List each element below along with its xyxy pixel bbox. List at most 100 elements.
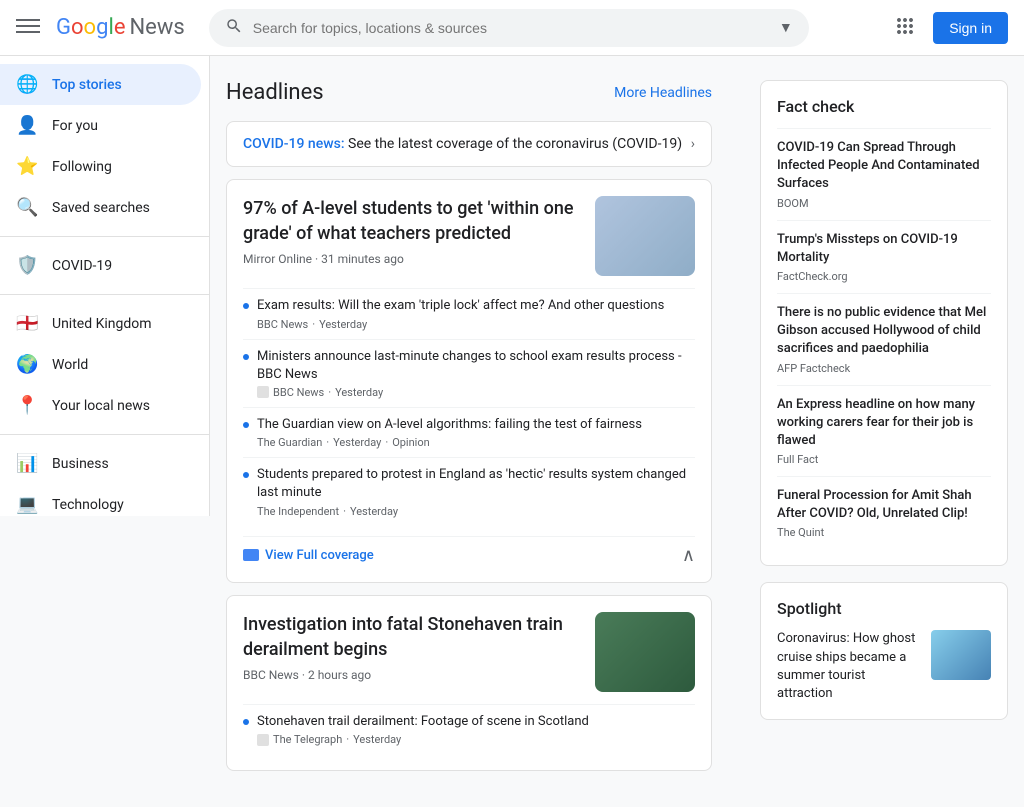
article-2-source: BBC News · 2 hours ago bbox=[243, 668, 579, 682]
sidebar: 🌐 Top stories 👤 For you ⭐ Following 🔍 Sa… bbox=[0, 56, 210, 516]
spotlight-section: Spotlight Coronavirus: How ghost cruise … bbox=[760, 582, 1008, 720]
google-news-logo[interactable]: Google News bbox=[56, 15, 185, 40]
fact-source-1: BOOM bbox=[777, 197, 991, 210]
more-headlines-link[interactable]: More Headlines bbox=[614, 85, 712, 101]
main-content: Headlines More Headlines COVID-19 news: … bbox=[210, 56, 728, 807]
sub-title-2-1[interactable]: Stonehaven trail derailment: Footage of … bbox=[257, 713, 695, 731]
covid-banner-text: COVID-19 news: See the latest coverage o… bbox=[243, 136, 682, 152]
sidebar-item-saved-searches[interactable]: 🔍 Saved searches bbox=[0, 187, 201, 228]
search-bar: ▼ bbox=[209, 9, 809, 47]
sidebar-item-local[interactable]: 📍 Your local news bbox=[0, 385, 201, 426]
spotlight-title: Spotlight bbox=[777, 599, 991, 618]
sub-article-content: Stonehaven trail derailment: Footage of … bbox=[257, 713, 695, 746]
world-icon: 🌍 bbox=[16, 354, 36, 375]
sub-dot bbox=[243, 472, 249, 478]
sub-article-1-1: Exam results: Will the exam 'triple lock… bbox=[243, 288, 695, 338]
fact-title-2: Trump's Missteps on COVID-19 Mortality bbox=[777, 231, 991, 267]
sub-dot bbox=[243, 303, 249, 309]
apps-icon[interactable] bbox=[893, 14, 917, 42]
news-card-main-1: 97% of A-level students to get 'within o… bbox=[243, 196, 695, 276]
sub-article-content: The Guardian view on A-level algorithms:… bbox=[257, 416, 695, 449]
sub-title-1-3[interactable]: The Guardian view on A-level algorithms:… bbox=[257, 416, 695, 434]
spotlight-text: Coronavirus: How ghost cruise ships beca… bbox=[777, 630, 921, 703]
view-full-coverage-link[interactable]: View Full coverage bbox=[243, 548, 374, 563]
flag-icon: 🏴󠁧󠁢󠁥󠁮󠁧󠁿 bbox=[16, 313, 36, 334]
coverage-icon bbox=[243, 549, 259, 561]
shield-icon: 🛡️ bbox=[16, 255, 36, 276]
sub-meta-2-1: The Telegraph · Yesterday bbox=[257, 733, 695, 746]
sidebar-label-covid: COVID-19 bbox=[52, 258, 112, 274]
article-2-title[interactable]: Investigation into fatal Stonehaven trai… bbox=[243, 612, 579, 662]
headlines-title: Headlines bbox=[226, 80, 324, 105]
sub-article-content: Students prepared to protest in England … bbox=[257, 466, 695, 517]
fact-item-5[interactable]: Funeral Procession for Amit Shah After C… bbox=[777, 476, 991, 549]
fact-item-3[interactable]: There is no public evidence that Mel Gib… bbox=[777, 293, 991, 385]
article-1-title[interactable]: 97% of A-level students to get 'within o… bbox=[243, 196, 579, 246]
sidebar-item-following[interactable]: ⭐ Following bbox=[0, 146, 201, 187]
sub-meta-1-2: BBC News · Yesterday bbox=[257, 386, 695, 399]
sidebar-item-technology[interactable]: 💻 Technology bbox=[0, 484, 201, 516]
sub-meta-1-1: BBC News · Yesterday bbox=[257, 318, 695, 331]
article-2-image bbox=[595, 612, 695, 692]
sidebar-item-uk[interactable]: 🏴󠁧󠁢󠁥󠁮󠁧󠁿 United Kingdom bbox=[0, 303, 201, 344]
sidebar-divider-3 bbox=[0, 434, 209, 435]
star-icon: ⭐ bbox=[16, 156, 36, 177]
sidebar-label-uk: United Kingdom bbox=[52, 316, 152, 332]
sub-article-1-3: The Guardian view on A-level algorithms:… bbox=[243, 407, 695, 457]
person-icon: 👤 bbox=[16, 115, 36, 136]
sub-article-content: Ministers announce last-minute changes t… bbox=[257, 348, 695, 399]
search-input[interactable] bbox=[253, 20, 771, 36]
fact-item-1[interactable]: COVID-19 Can Spread Through Infected Peo… bbox=[777, 128, 991, 220]
fact-title-1: COVID-19 Can Spread Through Infected Peo… bbox=[777, 139, 991, 194]
covid-banner-link: COVID-19 news: bbox=[243, 136, 345, 152]
search-dropdown-icon[interactable]: ▼ bbox=[779, 19, 793, 36]
sub-title-1-1[interactable]: Exam results: Will the exam 'triple lock… bbox=[257, 297, 695, 315]
sub-article-2-1: Stonehaven trail derailment: Footage of … bbox=[243, 704, 695, 754]
logo-news-text: News bbox=[129, 15, 184, 40]
menu-icon[interactable] bbox=[16, 14, 40, 42]
favicon-icon bbox=[257, 734, 269, 746]
fact-source-5: The Quint bbox=[777, 526, 991, 539]
fact-item-2[interactable]: Trump's Missteps on COVID-19 Mortality F… bbox=[777, 220, 991, 293]
sub-article-content: Exam results: Will the exam 'triple lock… bbox=[257, 297, 695, 330]
fact-source-3: AFP Factcheck bbox=[777, 362, 991, 375]
sidebar-item-covid[interactable]: 🛡️ COVID-19 bbox=[0, 245, 201, 286]
fact-title-4: An Express headline on how many working … bbox=[777, 396, 991, 451]
sidebar-divider-1 bbox=[0, 236, 209, 237]
sidebar-item-top-stories[interactable]: 🌐 Top stories bbox=[0, 64, 201, 105]
collapse-icon[interactable]: ∧ bbox=[682, 545, 695, 566]
logo-text: Google bbox=[56, 15, 125, 40]
sidebar-item-for-you[interactable]: 👤 For you bbox=[0, 105, 201, 146]
fact-source-2: FactCheck.org bbox=[777, 270, 991, 283]
sidebar-label-business: Business bbox=[52, 456, 109, 472]
signin-button[interactable]: Sign in bbox=[933, 12, 1008, 44]
search-icon bbox=[225, 17, 243, 39]
sub-article-1-2: Ministers announce last-minute changes t… bbox=[243, 339, 695, 407]
sidebar-label-saved-searches: Saved searches bbox=[52, 200, 150, 216]
article-1-image bbox=[595, 196, 695, 276]
business-icon: 📊 bbox=[16, 453, 36, 474]
sidebar-label-world: World bbox=[52, 357, 88, 373]
sidebar-label-following: Following bbox=[52, 159, 112, 175]
tech-icon: 💻 bbox=[16, 494, 36, 515]
fact-item-4[interactable]: An Express headline on how many working … bbox=[777, 385, 991, 477]
sidebar-label-local: Your local news bbox=[52, 398, 150, 414]
sub-article-1-4: Students prepared to protest in England … bbox=[243, 457, 695, 525]
fact-check-section: Fact check COVID-19 Can Spread Through I… bbox=[760, 80, 1008, 566]
covid-banner[interactable]: COVID-19 news: See the latest coverage o… bbox=[226, 121, 712, 167]
sidebar-item-world[interactable]: 🌍 World bbox=[0, 344, 201, 385]
fact-title-3: There is no public evidence that Mel Gib… bbox=[777, 304, 991, 359]
app-body: 🌐 Top stories 👤 For you ⭐ Following 🔍 Sa… bbox=[0, 56, 1024, 807]
sidebar-label-technology: Technology bbox=[52, 497, 124, 513]
fact-check-title: Fact check bbox=[777, 97, 991, 116]
right-panel: Fact check COVID-19 Can Spread Through I… bbox=[744, 56, 1024, 807]
sub-title-1-4[interactable]: Students prepared to protest in England … bbox=[257, 466, 695, 502]
sub-title-1-2[interactable]: Ministers announce last-minute changes t… bbox=[257, 348, 695, 384]
pin-icon: 📍 bbox=[16, 395, 36, 416]
news-card-content-2: Investigation into fatal Stonehaven trai… bbox=[243, 612, 579, 692]
sub-dot bbox=[243, 719, 249, 725]
headlines-header: Headlines More Headlines bbox=[226, 80, 712, 105]
sub-dot bbox=[243, 354, 249, 360]
sidebar-item-business[interactable]: 📊 Business bbox=[0, 443, 201, 484]
spotlight-item[interactable]: Coronavirus: How ghost cruise ships beca… bbox=[777, 630, 991, 703]
